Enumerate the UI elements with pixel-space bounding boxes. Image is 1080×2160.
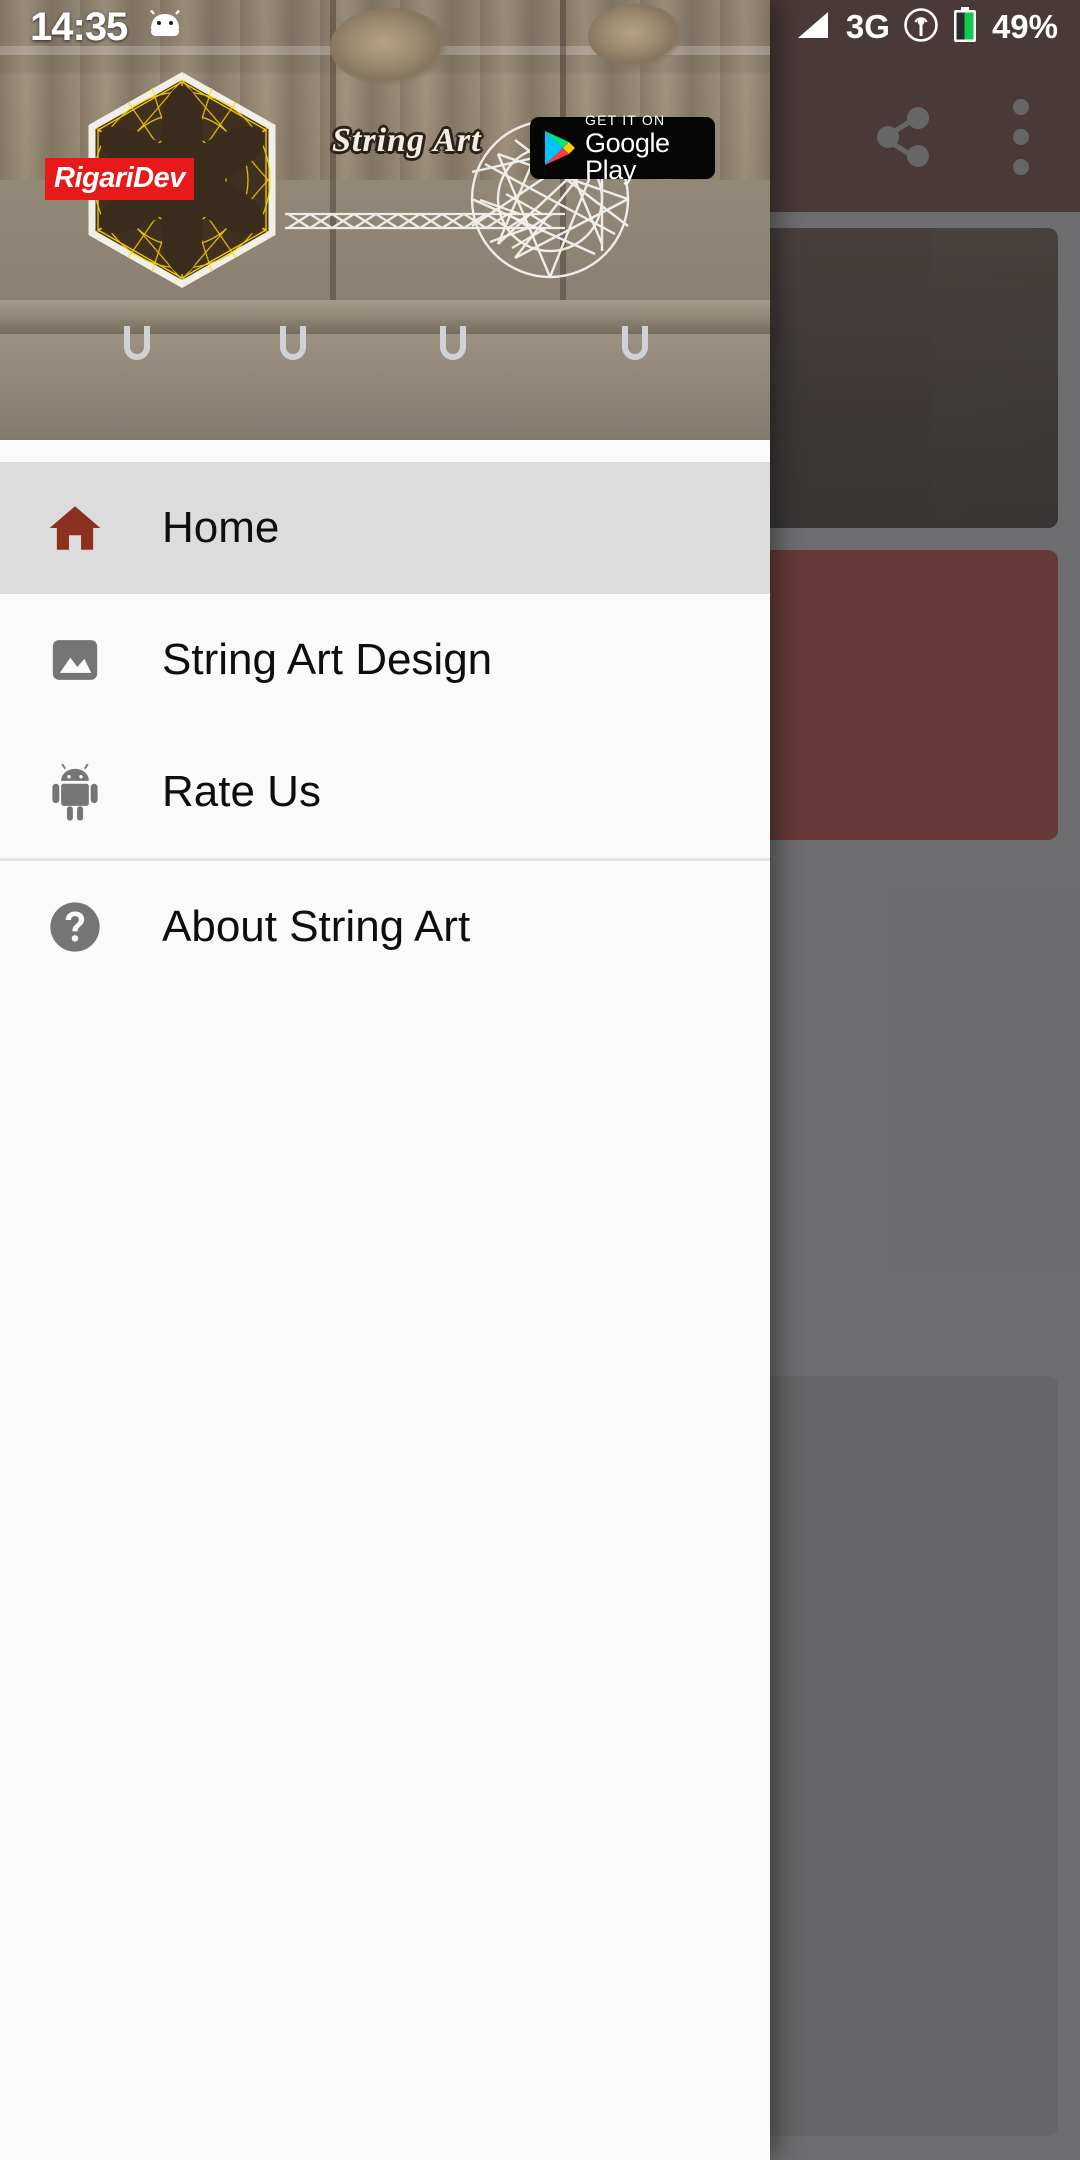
drawer-item-home[interactable]: Home [0,462,770,594]
drawer-item-rate-us[interactable]: Rate Us [0,726,770,858]
lower-plank [0,334,770,440]
drawer-item-string-art-design[interactable]: String Art Design [0,594,770,726]
wall-hook [280,326,306,360]
help-circle-icon [38,898,112,956]
wall-hook [440,326,466,360]
wall-hook [622,326,648,360]
navigation-drawer: RigariDev String Art GET IT ON Google Pl… [0,0,770,2160]
drawer-item-label: Home [162,503,280,552]
wood-knot [588,4,684,68]
drawer-item-label: About String Art [162,902,471,951]
rigaridev-badge: RigariDev [45,158,194,200]
store-badge-large-text: Google Play [585,127,670,185]
drawer-item-about-string-art[interactable]: About String Art [0,861,770,993]
image-icon [38,632,112,688]
google-play-icon [542,129,576,167]
wall-hook [124,326,150,360]
home-icon [38,499,112,557]
drawer-item-label: String Art Design [162,635,493,684]
google-play-badge[interactable]: GET IT ON Google Play [530,113,715,183]
drawer-header: RigariDev String Art GET IT ON Google Pl… [0,0,770,440]
drawer-menu: Home String Art Design Rate Us About Str… [0,440,770,993]
wood-knot [330,8,450,86]
header-title: String Art [332,122,482,159]
drawer-item-label: Rate Us [162,767,321,816]
menu-top-gap [0,440,770,462]
android-robot-icon [38,762,112,822]
shelf-edge [0,300,770,334]
store-badge-small-text: GET IT ON [585,111,666,128]
